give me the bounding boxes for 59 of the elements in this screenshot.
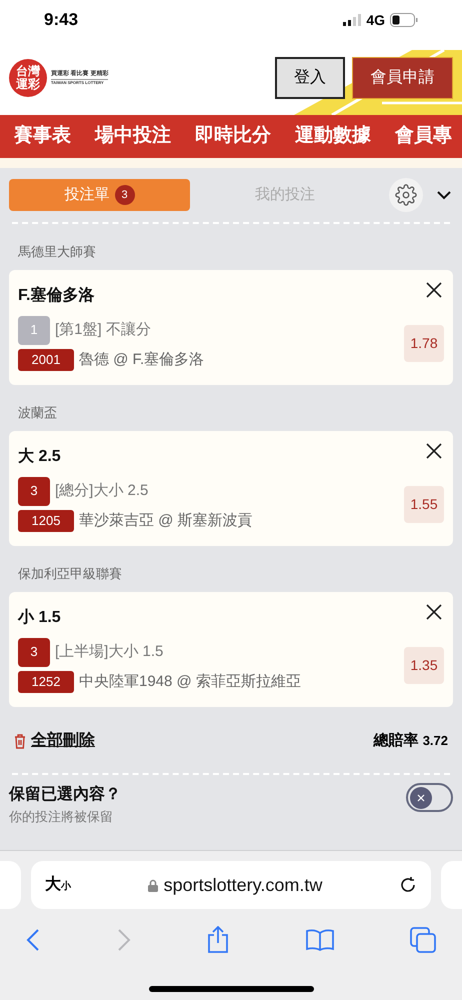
leg-count: 3 <box>18 476 50 506</box>
total-odds-label: 總賠率 <box>374 730 419 751</box>
tab[interactable]: 投注單 3 <box>9 179 190 211</box>
lock-icon <box>148 878 158 892</box>
close-icon <box>417 794 425 802</box>
match-label: 中央陸軍1948 @ 索菲亞斯拉維亞 <box>79 672 301 692</box>
game-code: 1252 <box>18 670 74 693</box>
settings-button[interactable] <box>389 178 423 212</box>
count-badge: 3 <box>114 185 134 205</box>
bookmarks-icon[interactable] <box>306 928 334 950</box>
league-name: 波蘭盃 <box>17 404 58 422</box>
selection-title: 小 1.5 <box>18 608 61 628</box>
nav-item[interactable]: 賽事表 <box>14 122 71 151</box>
battery-icon <box>390 13 418 27</box>
market-label: [上半場]大小 1.5 <box>55 642 164 662</box>
signal-icon <box>343 14 362 26</box>
game-code: 1205 <box>18 510 74 532</box>
match-label: 魯德 @ F.塞倫多洛 <box>79 350 204 370</box>
network-label: 4G <box>366 10 385 30</box>
settings-icon <box>395 184 417 206</box>
nav-item[interactable]: 運動數據 <box>295 122 371 151</box>
market-label: [第1盤] 不讓分 <box>55 320 151 340</box>
status-time: 9:43 <box>44 9 78 32</box>
keep-title: 保留已選內容？ <box>9 784 121 805</box>
close-icon[interactable] <box>426 604 442 620</box>
delete-all-link[interactable]: 全部刪除 <box>14 729 95 753</box>
keep-toggle[interactable] <box>406 783 453 812</box>
register-button[interactable]: 會員申請 <box>352 56 453 98</box>
back-icon[interactable] <box>26 928 40 950</box>
text-size-label[interactable]: 大 <box>45 873 61 897</box>
odds-value[interactable]: 1.78 <box>404 324 444 362</box>
total-odds-value: 3.72 <box>422 732 448 750</box>
match-label: 華沙萊吉亞 @ 斯塞新波貢 <box>79 510 253 530</box>
address-bar[interactable]: 大小 sportslottery.com.tw <box>31 861 431 909</box>
league-name: 馬德里大師賽 <box>17 243 97 261</box>
trash-icon <box>14 734 26 748</box>
league-name: 保加利亞甲級聯賽 <box>17 565 123 583</box>
odds-value[interactable]: 1.35 <box>404 646 444 684</box>
nav-item[interactable]: 即時比分 <box>195 122 271 151</box>
nav-item[interactable]: 會員專 <box>395 122 452 151</box>
keep-subtitle: 你的投注將被保留 <box>9 808 114 826</box>
selection-title: F.塞倫多洛 <box>18 285 94 306</box>
leg-count: 3 <box>18 638 50 666</box>
close-icon[interactable] <box>426 282 442 298</box>
logo-mark[interactable]: 台灣運彩 <box>9 58 47 96</box>
share-icon[interactable] <box>207 926 229 953</box>
url-text: sportslottery.com.tw <box>164 874 322 897</box>
text-size-small-label[interactable]: 小 <box>61 879 71 894</box>
selection-title: 大 2.5 <box>18 446 61 466</box>
login-button[interactable]: 登入 <box>275 56 345 98</box>
market-label: [總分]大小 2.5 <box>55 480 148 501</box>
reload-icon[interactable] <box>399 876 417 894</box>
game-code: 2001 <box>18 348 74 371</box>
close-icon[interactable] <box>426 442 442 458</box>
tabs-icon[interactable] <box>410 926 436 952</box>
nav-item[interactable]: 場中投注 <box>95 122 171 151</box>
leg-count: 1 <box>18 316 50 344</box>
chevron-down-icon[interactable] <box>437 190 451 200</box>
odds-value[interactable]: 1.55 <box>404 486 444 523</box>
